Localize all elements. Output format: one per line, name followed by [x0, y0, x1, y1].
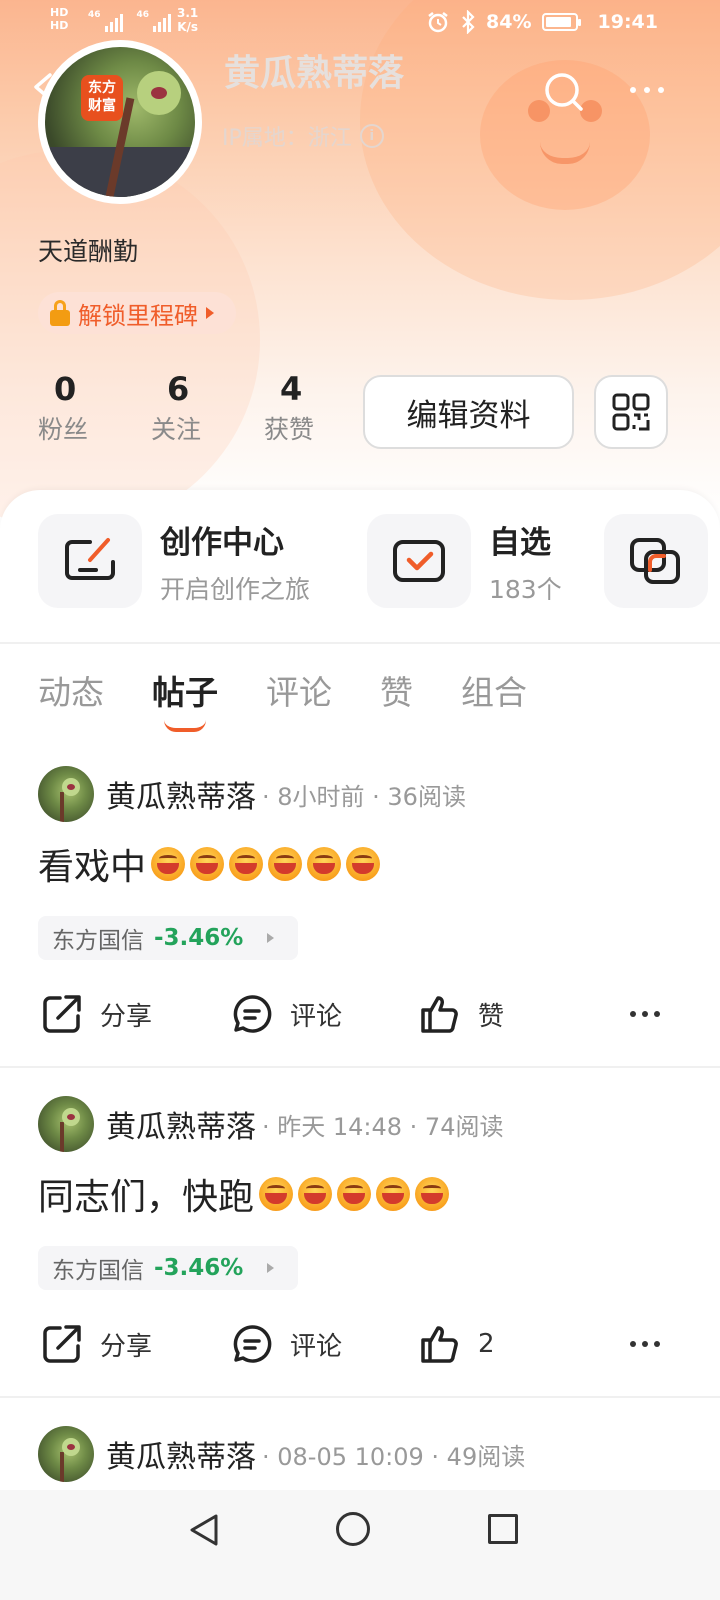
author-avatar[interactable]	[38, 1426, 94, 1482]
laugh-emoji-icon	[229, 847, 264, 881]
portfolio-shortcut[interactable]	[604, 514, 708, 608]
stock-tag[interactable]: 东方国信 -3.46%	[38, 1246, 298, 1290]
divider	[0, 1066, 720, 1068]
create-icon	[65, 538, 115, 580]
bluetooth-icon	[462, 10, 475, 34]
stock-tag[interactable]: 东方国信 -3.46%	[38, 916, 298, 960]
tab-likes[interactable]: 赞	[380, 666, 413, 714]
lock-icon	[50, 300, 70, 326]
battery-percent: 84%	[486, 11, 532, 33]
laugh-emoji-icon	[337, 1177, 372, 1211]
post-meta: · 8小时前 · 36阅读	[262, 782, 466, 811]
tab-comments[interactable]: 评论	[266, 666, 332, 714]
share-button[interactable]: 分享	[40, 1322, 230, 1366]
comment-button[interactable]: 评论	[230, 992, 418, 1036]
post-meta: · 昨天 14:48 · 74阅读	[262, 1112, 504, 1141]
signal-icon: 46	[137, 10, 172, 32]
thumbs-up-icon	[421, 1326, 458, 1363]
post-meta: · 08-05 10:09 · 49阅读	[262, 1442, 526, 1471]
author-avatar[interactable]	[38, 1096, 94, 1152]
nav-home-icon[interactable]	[336, 1512, 370, 1546]
stat-likes[interactable]: 4 获赞	[264, 370, 377, 446]
share-button[interactable]: 分享	[40, 992, 230, 1036]
avatar[interactable]: 东方财富	[38, 40, 202, 204]
post-actions: 分享 评论 2	[40, 1322, 680, 1366]
post-content[interactable]: 看戏中	[38, 838, 381, 890]
laugh-emoji-icon	[259, 1177, 294, 1211]
alarm-icon	[428, 12, 448, 33]
laugh-emoji-icon	[307, 847, 342, 881]
author-name[interactable]: 黄瓜熟蒂落	[106, 1432, 256, 1476]
post-content[interactable]: 同志们，快跑	[38, 1168, 450, 1220]
author-avatar[interactable]	[38, 766, 94, 822]
thumbs-up-icon	[421, 996, 458, 1033]
system-navigation-bar	[0, 1490, 720, 1600]
play-arrow-icon	[206, 307, 214, 319]
nav-recent-apps-icon[interactable]	[488, 1514, 518, 1544]
post-more-icon[interactable]	[630, 1341, 660, 1347]
author-name[interactable]: 黄瓜熟蒂落	[106, 772, 256, 816]
more-options-icon[interactable]	[630, 80, 674, 100]
network-speed: 3.1 K/s	[177, 6, 199, 34]
stat-following[interactable]: 6 关注	[151, 370, 264, 446]
nav-back-icon[interactable]	[186, 1512, 222, 1548]
share-icon	[43, 995, 81, 1033]
author-name[interactable]: 黄瓜熟蒂落	[106, 1102, 256, 1146]
post-actions: 分享 评论 赞	[40, 992, 680, 1036]
unlock-milestone-button[interactable]: 解锁里程碑	[38, 292, 236, 334]
laugh-emoji-icon	[376, 1177, 411, 1211]
laugh-emoji-icon	[415, 1177, 450, 1211]
watchlist-shortcut[interactable]: 自选 183个	[367, 514, 562, 608]
username: 黄瓜熟蒂落	[224, 53, 405, 94]
creator-center-shortcut[interactable]: 创作中心 开启创作之旅	[38, 514, 310, 608]
watchlist-icon	[393, 540, 445, 582]
stat-followers[interactable]: 0 粉丝	[38, 370, 151, 446]
signal-indicators: 46 46	[88, 10, 172, 32]
comment-icon	[233, 995, 272, 1033]
arrow-right-icon	[267, 933, 275, 943]
comment-icon	[233, 1325, 272, 1363]
qr-code-button[interactable]	[594, 375, 668, 449]
like-button[interactable]: 2	[418, 1322, 628, 1366]
arrow-right-icon	[267, 1263, 275, 1273]
bio: 天道酬勤	[38, 237, 139, 266]
post-more-icon[interactable]	[630, 1011, 660, 1017]
ip-location: IP属地：浙江 i	[222, 120, 384, 152]
profile-tabs: 动态 帖子 评论 赞 组合	[38, 666, 527, 732]
portfolio-icon	[630, 538, 680, 584]
laugh-emoji-icon	[151, 847, 186, 881]
tab-posts[interactable]: 帖子	[152, 666, 218, 732]
like-count: 2	[478, 1329, 495, 1359]
tab-portfolios[interactable]: 组合	[461, 666, 527, 714]
sim-indicators: HD HD	[50, 6, 69, 32]
divider	[0, 642, 720, 644]
signal-icon: 46	[88, 10, 123, 32]
laugh-emoji-icon	[298, 1177, 333, 1211]
divider	[0, 1396, 720, 1398]
share-icon	[43, 1325, 81, 1363]
info-icon[interactable]: i	[359, 124, 384, 148]
app-logo: 东方财富	[81, 75, 123, 121]
search-icon[interactable]	[542, 70, 586, 114]
profile-stats: 0 粉丝 6 关注 4 获赞	[38, 370, 377, 446]
comment-button[interactable]: 评论	[230, 1322, 418, 1366]
qr-code-icon	[612, 393, 650, 431]
clock: 19:41	[597, 11, 658, 33]
laugh-emoji-icon	[346, 847, 381, 881]
tab-activity[interactable]: 动态	[38, 666, 104, 714]
edit-profile-button[interactable]: 编辑资料	[363, 375, 574, 449]
laugh-emoji-icon	[268, 847, 303, 881]
laugh-emoji-icon	[190, 847, 225, 881]
like-button[interactable]: 赞	[418, 992, 628, 1036]
battery-icon	[541, 13, 581, 31]
